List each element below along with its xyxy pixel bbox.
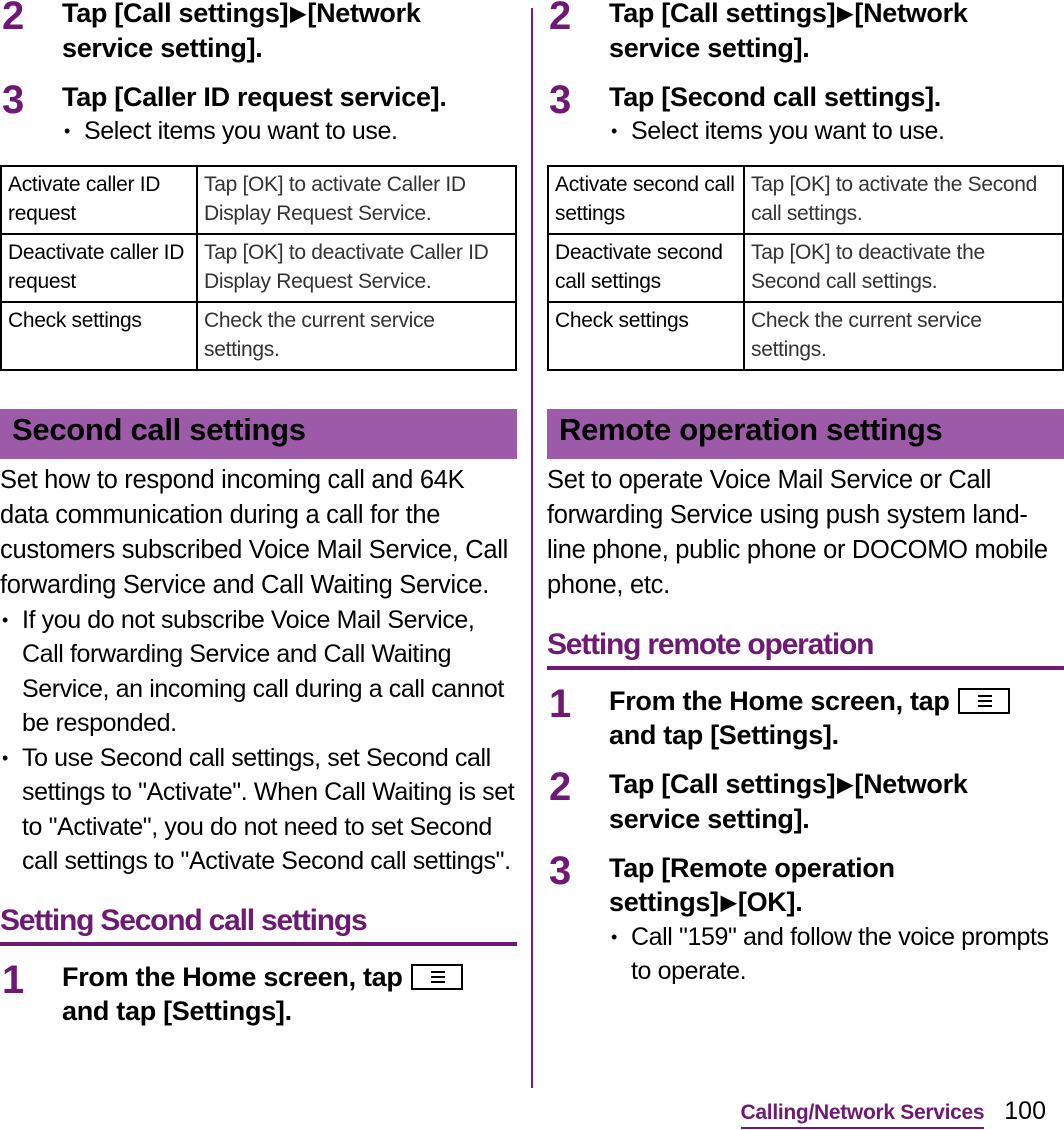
option-name: Check settings <box>547 300 745 371</box>
table-row: Deactivate caller ID request Tap [OK] to… <box>0 232 517 303</box>
second-call-options-table: Activate second call settings Tap [OK] t… <box>547 164 1064 371</box>
step-text: Tap [Second call settings]. <box>609 82 941 112</box>
arrow-icon: ▶ <box>720 891 736 914</box>
step-text: From the Home screen, tap and tap [Setti… <box>62 960 517 1028</box>
arrow-icon: ▶ <box>837 773 853 796</box>
table-row: Activate second call settings Tap [OK] t… <box>547 164 1064 235</box>
page-footer: Calling/Network Services 100 <box>740 1097 1046 1129</box>
step-3: 3 Tap [Second call settings]. Select ite… <box>547 80 1064 149</box>
note-bullet: To use Second call settings, set Second … <box>0 741 517 879</box>
step-number: 1 <box>2 957 25 1002</box>
option-name: Check settings <box>0 300 198 371</box>
step-text: Tap [Call settings] ▶[Network service set… <box>62 0 517 65</box>
section-banner: Remote operation settings <box>547 408 1064 459</box>
step-2: 2 Tap [Call settings] ▶[Network service s… <box>0 0 517 65</box>
subheading: Setting remote operation <box>547 625 1064 670</box>
step-text: Tap [Call settings] ▶[Network service set… <box>609 768 968 834</box>
step-text: Tap [Remote operation settings] ▶[OK]. <box>609 851 929 920</box>
table-row: Activate caller ID request Tap [OK] to a… <box>0 164 517 235</box>
left-column: 2 Tap [Call settings] ▶[Network service s… <box>0 0 517 1028</box>
caller-id-options-table: Activate caller ID request Tap [OK] to a… <box>0 164 517 371</box>
step-note: Select items you want to use. <box>609 114 1064 149</box>
option-desc: Tap [OK] to deactivate Caller ID Display… <box>196 232 517 303</box>
step-number: 2 <box>2 0 25 38</box>
step-number: 3 <box>549 78 572 122</box>
option-name: Activate second call settings <box>547 164 745 235</box>
option-desc: Tap [OK] to activate the Second call set… <box>743 164 1064 235</box>
menu-key-icon <box>957 687 1010 714</box>
step-1: 1 From the Home screen, tap and tap [Set… <box>0 960 517 1028</box>
option-desc: Check the current service settings. <box>743 300 1064 371</box>
section-link[interactable]: Calling/Network Services <box>740 1099 985 1129</box>
section-banner: Second call settings <box>0 408 517 459</box>
right-column: 2 Tap [Call settings] ▶[Network service s… <box>547 0 1064 989</box>
table-row: Check settings Check the current service… <box>547 300 1064 371</box>
step-number: 3 <box>2 78 25 122</box>
step-3: 3 Tap [Remote operation settings] ▶[OK]. … <box>547 851 1064 989</box>
step-note: Select items you want to use. <box>62 114 517 149</box>
step-number: 1 <box>549 681 572 726</box>
step-note: Call "159" and follow the voice prompts … <box>609 920 1064 989</box>
arrow-icon: ▶ <box>837 3 853 25</box>
section-intro: Set how to respond incoming call and 64K… <box>0 465 509 599</box>
option-desc: Tap [OK] to deactivate the Second call s… <box>743 232 1064 303</box>
option-desc: Tap [OK] to activate Caller ID Display R… <box>196 164 517 235</box>
subheading: Setting Second call settings <box>0 901 517 946</box>
step-text: From the Home screen, tap and tap [Setti… <box>609 684 1064 752</box>
step-text: Tap [Caller ID request service]. <box>62 82 447 112</box>
table-row: Deactivate second call settings Tap [OK]… <box>547 232 1064 303</box>
option-name: Deactivate second call settings <box>547 232 745 303</box>
step-3: 3 Tap [Caller ID request service]. Selec… <box>0 80 517 149</box>
table-row: Check settings Check the current service… <box>0 300 517 371</box>
menu-key-icon <box>410 963 463 990</box>
step-number: 2 <box>549 764 572 809</box>
option-name: Activate caller ID request <box>0 164 198 235</box>
step-number: 3 <box>549 848 572 893</box>
option-desc: Check the current service settings. <box>196 300 517 371</box>
page-number: 100 <box>1004 1097 1046 1125</box>
note-bullet: If you do not subscribe Voice Mail Servi… <box>0 603 517 741</box>
arrow-icon: ▶ <box>290 3 306 25</box>
option-name: Deactivate caller ID request <box>0 232 198 303</box>
step-number: 2 <box>549 0 572 38</box>
step-2: 2 Tap [Call settings] ▶[Network service s… <box>547 767 1064 836</box>
step-2: 2 Tap [Call settings] ▶[Network service s… <box>547 0 1064 65</box>
step-1: 1 From the Home screen, tap and tap [Set… <box>547 684 1064 752</box>
section-intro: Set to operate Voice Mail Service or Cal… <box>547 465 1048 599</box>
step-text: Tap [Call settings] ▶[Network service set… <box>609 0 1064 65</box>
column-divider <box>531 8 533 1088</box>
